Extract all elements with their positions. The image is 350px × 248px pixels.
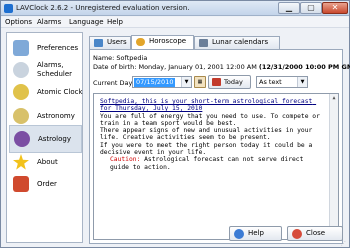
- close-button-label: Close: [306, 229, 326, 237]
- forecast-caution: Caution: Astrological forecast can not s…: [100, 156, 334, 171]
- sidebar-item-label: Astronomy: [37, 112, 75, 120]
- birth-date-text: Date of birth: Monday, January 01, 2001 …: [93, 63, 259, 71]
- atomic-clock-icon: [13, 84, 29, 100]
- close-icon: [292, 229, 302, 239]
- name-line: Name: Softpedia: [93, 54, 148, 62]
- tab-horoscope[interactable]: Horoscope: [131, 35, 194, 50]
- horoscope-panel: Name: Softpedia Date of birth: Monday, J…: [89, 49, 350, 244]
- sidebar-item-label: Alarms, Scheduler: [37, 61, 73, 78]
- format-value: As text: [259, 78, 282, 86]
- today-calendar-icon: [212, 78, 221, 86]
- birth-gmt-text: (12/31/2000 10:00 PM GMT): [258, 63, 350, 71]
- tab-label: Users: [107, 38, 127, 46]
- title-bar[interactable]: LAVClock 2.6.2 - Unregistered evaluation…: [1, 1, 349, 16]
- moon-globe-icon: [13, 108, 29, 124]
- menu-help[interactable]: Help: [107, 18, 123, 26]
- tab-label: Horoscope: [149, 37, 187, 45]
- menu-language[interactable]: Language: [69, 18, 104, 26]
- sidebar: Preferences Alarms, Scheduler Atomic Clo…: [6, 32, 83, 243]
- current-day-label: Current Day:: [93, 79, 135, 87]
- chevron-down-icon[interactable]: ▼: [297, 77, 307, 87]
- tab-label: Lunar calendars: [212, 38, 269, 46]
- menu-alarms[interactable]: Alarms: [37, 18, 61, 26]
- minimize-button[interactable]: ▁: [278, 2, 300, 14]
- calendar-icon[interactable]: ▦: [194, 76, 206, 88]
- tab-users[interactable]: Users: [89, 36, 131, 49]
- alarm-clock-icon: [13, 62, 29, 78]
- tools-icon: [13, 40, 29, 56]
- help-button[interactable]: Help: [229, 226, 282, 241]
- forecast-text-area[interactable]: Softpedia, this is your short-term astro…: [93, 93, 339, 240]
- sidebar-item-order[interactable]: Order: [9, 171, 82, 199]
- window-title: LAVClock 2.6.2 - Unregistered evaluation…: [16, 4, 190, 12]
- caution-label: Caution:: [110, 156, 141, 164]
- resize-grip-icon[interactable]: ⋰: [341, 241, 349, 247]
- zodiac-icon: [14, 131, 30, 147]
- current-day-picker[interactable]: 07/15/2010 ▼: [132, 76, 192, 88]
- current-day-value: 07/15/2010: [134, 78, 176, 87]
- horoscope-icon: [136, 38, 145, 46]
- sidebar-item-label: Atomic Clock: [37, 88, 83, 96]
- sidebar-item-label: About: [37, 158, 58, 166]
- birth-line: Date of birth: Monday, January 01, 2001 …: [93, 63, 350, 71]
- close-window-button[interactable]: ✕: [322, 2, 348, 14]
- sidebar-item-label: Astrology: [38, 135, 72, 143]
- forecast-paragraph: There appear signs of new and unusual ac…: [100, 127, 317, 142]
- vertical-scrollbar[interactable]: ▲ ▼: [329, 94, 338, 239]
- forecast-title: Softpedia, this is your short-term astro…: [100, 98, 317, 113]
- sidebar-item-label: Preferences: [37, 44, 79, 52]
- forecast-paragraph: You are full of energy that you need to …: [100, 112, 324, 127]
- today-button[interactable]: Today: [208, 75, 251, 89]
- sidebar-item-label: Order: [37, 180, 57, 188]
- today-button-label: Today: [224, 78, 243, 86]
- help-button-label: Help: [248, 229, 264, 237]
- close-button[interactable]: Close: [287, 226, 343, 241]
- app-window: LAVClock 2.6.2 - Unregistered evaluation…: [0, 0, 350, 248]
- star-icon: [13, 154, 29, 170]
- lunar-calendar-icon: [199, 39, 208, 47]
- help-icon: [234, 229, 244, 239]
- maximize-button[interactable]: ▢: [300, 2, 322, 14]
- tab-lunar-calendars[interactable]: Lunar calendars: [194, 36, 280, 49]
- users-icon: [94, 39, 103, 47]
- caution-text: Astrological forecast can not serve dire…: [110, 156, 308, 171]
- menu-bar: Options Alarms Language Help: [1, 17, 349, 28]
- menu-options[interactable]: Options: [5, 18, 32, 26]
- scroll-up-icon[interactable]: ▲: [330, 94, 338, 103]
- app-clock-icon: [4, 4, 13, 13]
- cart-icon: [13, 176, 29, 192]
- format-select[interactable]: As text ▼: [256, 76, 308, 88]
- forecast-paragraph: If you were to meet the right person tod…: [100, 141, 317, 157]
- chevron-down-icon[interactable]: ▼: [181, 77, 191, 87]
